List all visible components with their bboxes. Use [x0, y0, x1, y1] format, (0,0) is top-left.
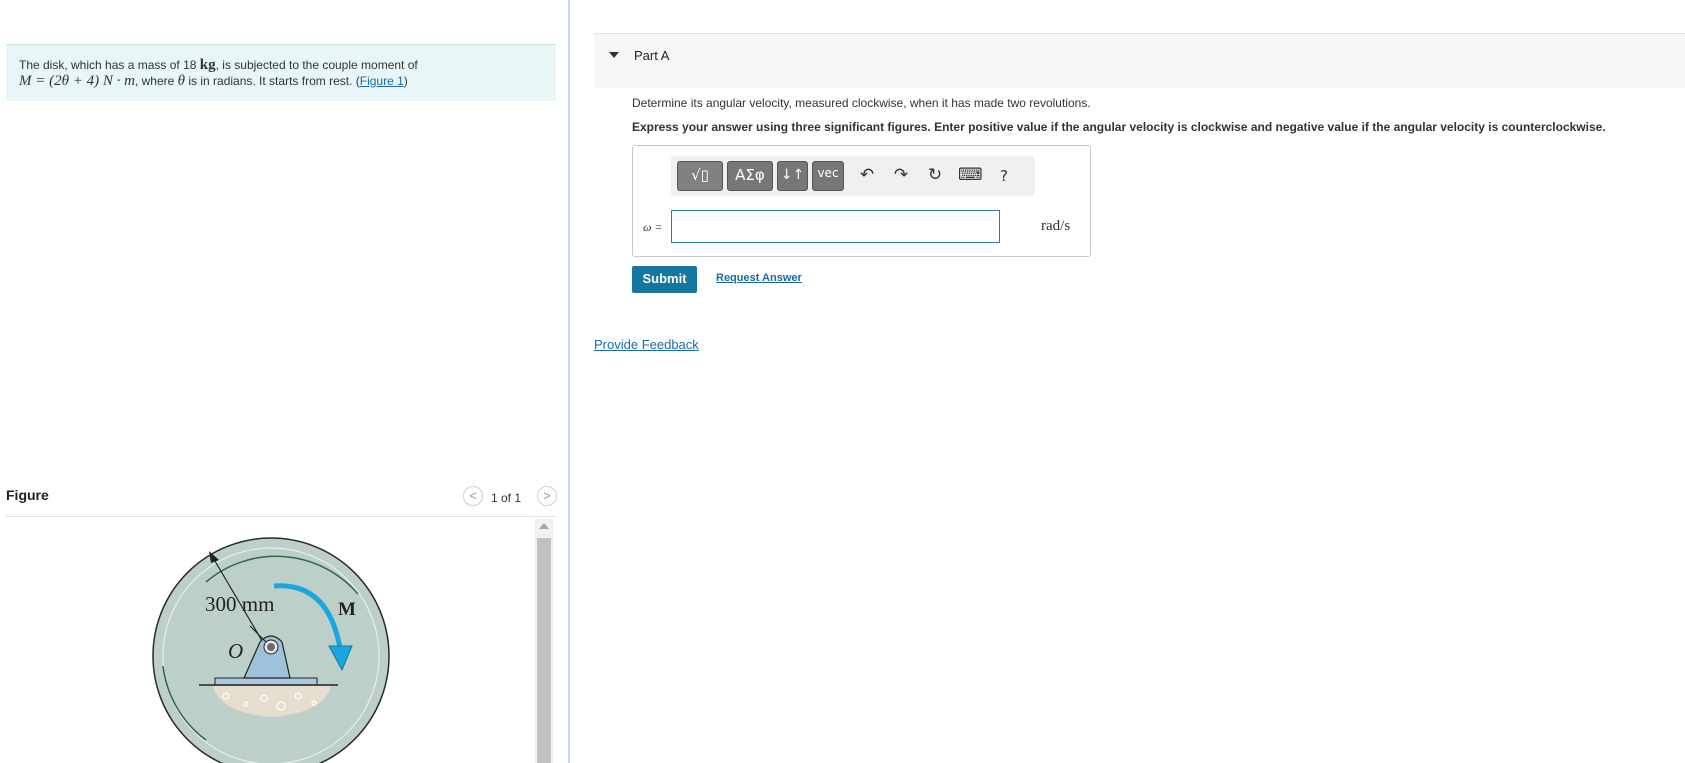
- problem-text-1: The disk, which has a mass of 18: [19, 58, 197, 72]
- problem-text-5: ): [403, 74, 408, 88]
- part-a-header[interactable]: Part A: [594, 33, 1685, 88]
- figure-image: 300 mm O M: [6, 518, 556, 763]
- request-answer-link[interactable]: Request Answer: [716, 272, 802, 284]
- problem-statement: The disk, which has a mass of 18 kg, is …: [6, 44, 556, 101]
- omega-label: ω =: [643, 220, 663, 234]
- figure-scrollbar[interactable]: [535, 519, 553, 763]
- column-divider: [568, 0, 570, 763]
- mass-unit: kg: [199, 57, 216, 73]
- templates-button[interactable]: √▯: [677, 161, 723, 191]
- problem-text-4: is in radians. It starts from rest. (: [188, 74, 360, 88]
- instructions-text: Express your answer using three signific…: [632, 120, 1606, 134]
- figure-link[interactable]: Figure 1: [360, 74, 404, 88]
- part-title: Part A: [634, 48, 670, 63]
- caret-down-icon[interactable]: [609, 52, 619, 58]
- moment-label: M: [338, 599, 356, 620]
- answer-input[interactable]: [671, 210, 1000, 243]
- arrows-button[interactable]: ↓↑: [777, 161, 808, 191]
- moment-expression: M = (2θ + 4) N · m: [19, 73, 135, 89]
- answer-panel: √▯ ΑΣφ ↓↑ vec ↶ ↷ ↻ ⌨ ? ω = rad/s: [632, 145, 1091, 257]
- previous-figure-button[interactable]: <: [463, 486, 483, 506]
- math-toolbar: √▯ ΑΣφ ↓↑ vec ↶ ↷ ↻ ⌨ ?: [671, 156, 1035, 196]
- scroll-up-arrow-icon[interactable]: [539, 523, 549, 529]
- theta-symbol: θ: [177, 73, 186, 89]
- greek-letters-label: ΑΣφ: [735, 166, 765, 184]
- vector-button[interactable]: vec: [812, 161, 844, 191]
- problem-text-3: , where: [134, 74, 175, 88]
- pin: [267, 643, 275, 651]
- redo-icon[interactable]: ↷: [889, 165, 913, 185]
- undo-icon[interactable]: ↶: [855, 165, 879, 185]
- arrows-icon: ↓↑: [780, 167, 805, 183]
- disk-figure: 300 mm O M: [152, 537, 390, 763]
- help-icon[interactable]: ?: [992, 167, 1016, 185]
- greek-letters-button[interactable]: ΑΣφ: [727, 161, 773, 191]
- vector-label: vec: [817, 166, 839, 180]
- figure-header: Figure < 1 of 1 >: [6, 484, 557, 517]
- keyboard-icon[interactable]: ⌨: [958, 165, 983, 185]
- dimension-label: 300 mm: [205, 592, 274, 616]
- reset-icon[interactable]: ↻: [923, 165, 947, 185]
- question-text: Determine its angular velocity, measured…: [632, 96, 1091, 110]
- figure-title: Figure: [6, 487, 49, 503]
- scroll-thumb[interactable]: [537, 538, 551, 763]
- next-figure-button[interactable]: >: [537, 486, 557, 506]
- figure-pager-text: 1 of 1: [491, 491, 522, 505]
- submit-button[interactable]: Submit: [632, 266, 697, 293]
- base-plate: [214, 677, 318, 686]
- chevron-left-icon: <: [469, 488, 477, 503]
- units-label: rad/s: [1041, 218, 1071, 234]
- provide-feedback-link[interactable]: Provide Feedback: [594, 337, 699, 352]
- templates-icon: √▯: [691, 166, 709, 184]
- origin-label: O: [228, 639, 243, 663]
- chevron-right-icon: >: [543, 488, 551, 503]
- problem-text-2: , is subjected to the couple moment of: [215, 58, 418, 72]
- problem-pane: The disk, which has a mass of 18 kg, is …: [0, 0, 568, 763]
